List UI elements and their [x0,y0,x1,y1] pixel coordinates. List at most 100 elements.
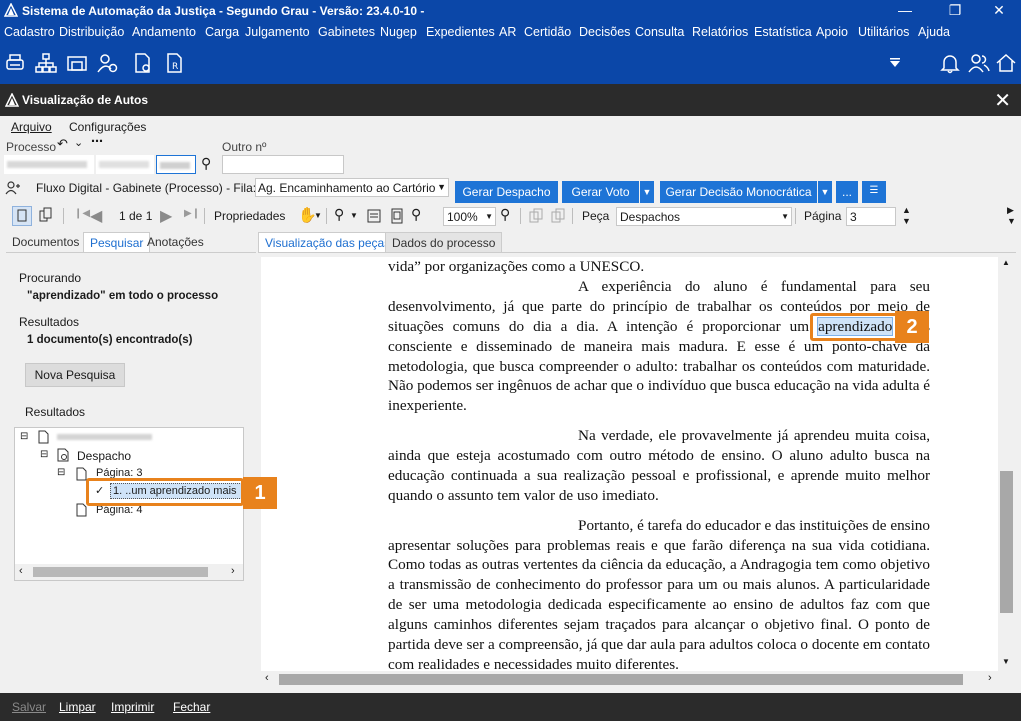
next-page-icon[interactable]: ▶ [160,206,172,226]
menu-arquivo[interactable]: Arquivo [11,120,52,134]
scroll-right-icon[interactable]: › [231,565,235,577]
document-lock-icon[interactable] [131,52,153,74]
menu-distribuicao[interactable]: Distribuição [59,25,124,39]
fit-width-icon[interactable] [366,208,382,224]
outro-numero-input[interactable] [222,155,344,174]
users-icon[interactable] [968,52,990,74]
tree-despacho[interactable]: Despacho [77,449,131,463]
menu-ajuda[interactable]: Ajuda [918,25,950,39]
collapse-icon[interactable]: ⊟ [20,431,28,442]
menu-apoio[interactable]: Apoio [816,25,848,39]
callout-1-frame [86,478,244,506]
dropdown-arrow-icon[interactable]: ▼ [350,211,358,220]
scrollbar-thumb[interactable] [279,674,963,685]
user-settings-icon[interactable] [97,52,119,74]
fit-page-icon[interactable] [389,208,405,224]
processo-label: Processo [6,140,57,154]
menu-certidao[interactable]: Certidão [524,25,571,39]
subwindow-close-icon[interactable]: ✕ [994,88,1011,113]
scrollbar-thumb[interactable] [33,567,208,577]
pagina-input[interactable]: 3 [846,207,896,226]
menu-relatorios[interactable]: Relatórios [692,25,748,39]
processo-field-2[interactable] [96,155,154,174]
paste-page-icon[interactable] [550,208,566,224]
more-actions-button[interactable]: ... [836,181,858,203]
scroll-down-icon[interactable]: ▼ [1002,657,1010,666]
printer-icon[interactable] [4,52,26,74]
menu-julgamento[interactable]: Julgamento [245,25,310,39]
menu-andamento[interactable]: Andamento [132,25,196,39]
document-vertical-scrollbar[interactable]: ▲ ▼ [998,257,1015,671]
menu-expedientes[interactable]: Expedientes [426,25,495,39]
last-page-icon[interactable]: ▶❙ [184,208,200,219]
menu-gabinetes[interactable]: Gabinetes [318,25,375,39]
gerar-despacho-button[interactable]: Gerar Despacho [455,181,558,203]
chevron-down-icon[interactable]: ⌄ [74,136,83,149]
tab-anotacoes[interactable]: Anotações [141,232,210,252]
zoom-in-icon[interactable]: ⚲ [500,206,510,223]
dropdown-arrow-icon[interactable] [884,52,906,74]
bell-icon[interactable] [939,52,961,74]
fila-select[interactable]: Ag. Encaminhamento ao Cartório ▼ [255,178,449,197]
dropdown-arrow-icon[interactable]: ▼ [314,211,322,220]
scroll-left-icon[interactable]: ‹ [265,672,269,684]
home-icon[interactable] [995,52,1017,74]
scroll-up-icon[interactable]: ▲ [1002,258,1010,267]
document-horizontal-scrollbar[interactable]: ‹ › [261,671,998,688]
propriedades-button[interactable]: Propriedades [214,209,285,223]
scrollbar-thumb[interactable] [1000,471,1013,613]
gerar-voto-dropdown-icon[interactable]: ▼ [640,181,654,203]
imprimir-button[interactable]: Imprimir [111,700,154,714]
peca-select[interactable]: Despachos ▼ [616,207,792,226]
gerar-voto-button[interactable]: Gerar Voto [562,181,639,203]
tab-dados-processo[interactable]: Dados do processo [385,232,503,252]
restore-icon[interactable]: ❐ [932,0,978,22]
tree-horizontal-scrollbar[interactable]: ‹ › [15,564,243,580]
more-icon[interactable]: ⋯ [91,134,103,148]
menu-utilitarios[interactable]: Utilitários [858,25,909,39]
org-chart-icon[interactable] [35,52,57,74]
multi-page-view-icon[interactable] [38,207,54,225]
copy-page-icon[interactable] [528,208,544,224]
window-close-icon[interactable]: ✕ [976,0,1021,22]
limpar-button[interactable]: Limpar [59,700,96,714]
scroll-right-icon[interactable]: › [988,672,992,684]
single-page-view-icon[interactable] [12,206,32,226]
document-r-icon[interactable]: R [163,52,185,74]
tab-visualizacao-pecas[interactable]: Visualização das peças [258,232,398,252]
expand-menu-icon[interactable]: ☰ [862,181,886,203]
page-icon [76,503,87,517]
zoom-tool-icon[interactable]: ⚲ [334,206,344,223]
menu-consulta[interactable]: Consulta [635,25,684,39]
menu-decisoes[interactable]: Decisões [579,25,630,39]
menu-nugep[interactable]: Nugep [380,25,417,39]
gerar-decisao-button[interactable]: Gerar Decisão Monocrática [660,181,817,203]
processo-field-3[interactable] [156,155,196,174]
salvar-button[interactable]: Salvar [12,700,46,714]
collapse-icon[interactable]: ⊟ [57,467,65,478]
first-page-icon[interactable]: ❙◀ [74,208,90,219]
previous-page-icon[interactable]: ◀ [90,206,102,226]
search-icon[interactable]: ⚲ [201,155,211,172]
menu-carga[interactable]: Carga [205,25,239,39]
fax-icon[interactable] [66,52,88,74]
menu-cadastro[interactable]: Cadastro [4,25,55,39]
page-spinner-icon[interactable]: ▲ ▼ [902,205,911,227]
menu-configuracoes[interactable]: Configurações [69,120,146,134]
quick-toolbar: R [0,44,1021,84]
tab-documentos[interactable]: Documentos [6,232,85,252]
zoom-select[interactable]: 100% ▼ [443,207,496,226]
collapse-icon[interactable]: ⊟ [40,449,48,460]
back-arrow-icon[interactable]: ↶ [57,136,68,152]
menu-ar[interactable]: AR [499,25,516,39]
minimize-icon[interactable]: — [882,0,928,22]
paragraph-3: Portanto, é tarefa do educador e das ins… [388,516,930,671]
nova-pesquisa-button[interactable]: Nova Pesquisa [25,363,125,387]
menu-estatistica[interactable]: Estatística [754,25,812,39]
toolbar-overflow-icon[interactable]: ▶ ▼ [1007,205,1016,227]
gerar-decisao-dropdown-icon[interactable]: ▼ [818,181,832,203]
fechar-button[interactable]: Fechar [173,700,210,714]
zoom-out-icon[interactable]: ⚲ [411,206,421,223]
scroll-left-icon[interactable]: ‹ [19,565,23,577]
processo-field-1[interactable] [4,155,94,174]
